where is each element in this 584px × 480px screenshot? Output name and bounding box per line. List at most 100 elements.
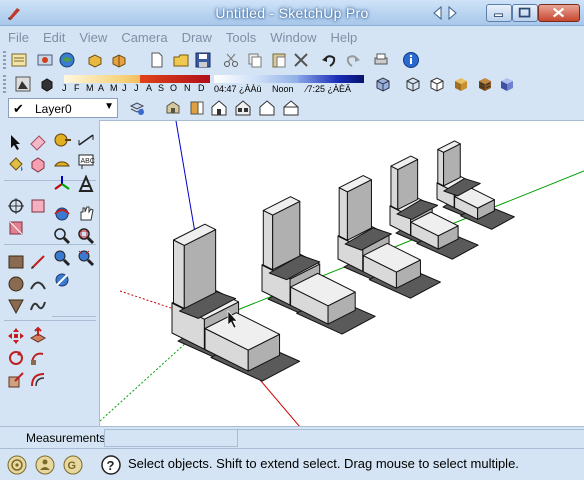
model-viewport[interactable] (100, 120, 584, 426)
layers-toolbar: ✔ Layer0 ▼ (0, 96, 584, 120)
redo-icon[interactable] (344, 51, 362, 69)
get-models-icon[interactable] (10, 51, 28, 69)
left-view-icon[interactable] (282, 99, 300, 117)
freehand-icon[interactable] (28, 296, 48, 316)
zoom-icon[interactable] (6, 218, 26, 238)
menu-camera[interactable]: Camera (121, 30, 167, 45)
zoom-window-icon[interactable] (76, 226, 96, 246)
xray-icon[interactable] (374, 75, 392, 93)
new-icon[interactable] (148, 51, 166, 69)
open-icon[interactable] (172, 51, 190, 69)
toolbar-grip[interactable] (3, 51, 6, 69)
window-nav-arrows-icon[interactable] (432, 6, 458, 20)
share-component-icon[interactable] (110, 51, 128, 69)
paint-bucket-icon[interactable] (6, 154, 26, 174)
chair-5-backrest-front-face (437, 148, 445, 187)
axes-icon[interactable] (52, 174, 72, 194)
geo-location-icon[interactable] (6, 454, 28, 476)
move-icon[interactable] (6, 326, 26, 346)
layer-manager-icon[interactable] (128, 99, 146, 117)
top-view-icon[interactable] (188, 99, 206, 117)
component-icon[interactable] (86, 51, 104, 69)
offset-icon[interactable] (28, 370, 48, 390)
menu-draw[interactable]: Draw (182, 30, 212, 45)
pan-hand-icon[interactable] (76, 204, 96, 224)
polygon-icon[interactable] (6, 296, 26, 316)
text-icon[interactable]: ABC (76, 152, 96, 172)
time-noon-label: Noon (272, 84, 294, 94)
monochrome-icon[interactable] (498, 75, 516, 93)
tool-palette: ABC (0, 120, 100, 426)
share-model-icon[interactable] (36, 51, 54, 69)
print-icon[interactable] (372, 51, 390, 69)
measurements-input[interactable] (104, 429, 238, 447)
shaded-icon[interactable] (452, 75, 470, 93)
svg-text:G: G (68, 460, 77, 472)
hidden-line-icon[interactable] (428, 75, 446, 93)
follow-me-icon[interactable] (28, 348, 48, 368)
close-button[interactable] (538, 4, 580, 22)
zoom-tool-icon[interactable] (52, 226, 72, 246)
line-icon[interactable] (28, 252, 48, 272)
select-icon[interactable] (6, 132, 26, 152)
menu-help[interactable]: Help (331, 30, 358, 45)
pan-icon[interactable] (28, 196, 48, 216)
save-icon[interactable] (194, 51, 212, 69)
shaded-textures-icon[interactable] (476, 75, 494, 93)
wireframe-icon[interactable] (404, 75, 422, 93)
shadows-toolbar: J F M A M J J A S O N D 04:47 ¿ÀÀü Noon … (0, 72, 584, 96)
display-shadows-icon[interactable] (38, 75, 56, 93)
help-icon[interactable]: ? (100, 454, 122, 476)
maximize-button[interactable] (512, 4, 538, 22)
make-component-icon[interactable] (28, 154, 48, 174)
right-view-icon[interactable] (234, 99, 252, 117)
month-label: J (62, 83, 67, 93)
previous-view-icon[interactable] (52, 248, 72, 268)
minimize-button[interactable] (486, 4, 512, 22)
arc-icon[interactable] (28, 274, 48, 294)
position-camera-icon[interactable] (52, 270, 72, 290)
iso-view-icon[interactable] (164, 99, 182, 117)
dimension-icon[interactable] (76, 130, 96, 150)
menu-view[interactable]: View (79, 30, 107, 45)
push-pull-icon[interactable] (28, 326, 48, 346)
palette-separator (4, 320, 96, 321)
scale-icon[interactable] (6, 370, 26, 390)
paste-icon[interactable] (270, 51, 288, 69)
orbit-icon[interactable] (6, 196, 26, 216)
protractor-icon[interactable] (52, 152, 72, 172)
menu-file[interactable]: File (8, 30, 29, 45)
model-canvas[interactable] (100, 121, 584, 426)
3d-text-icon[interactable] (76, 174, 96, 194)
zoom-extents-icon[interactable] (76, 248, 96, 268)
toolbar-grip[interactable] (3, 75, 6, 93)
back-view-icon[interactable] (258, 99, 276, 117)
measurements-bar: Measurements (0, 426, 584, 448)
tape-measure-icon[interactable] (52, 130, 72, 150)
copy-icon[interactable] (246, 51, 264, 69)
menu-tools[interactable]: Tools (226, 30, 256, 45)
rectangle-icon[interactable] (6, 252, 26, 272)
credits-icon[interactable] (34, 454, 56, 476)
layer-dropdown[interactable]: ✔ Layer0 ▼ (8, 98, 118, 118)
geo-location-icon[interactable] (58, 51, 76, 69)
model-info-icon[interactable] (402, 51, 420, 69)
chair-group[interactable] (171, 140, 515, 382)
undo-icon[interactable] (320, 51, 338, 69)
palette-separator (52, 316, 96, 317)
month-label: A (146, 83, 153, 93)
time-start-label: 04:47 ¿ÀÀü (214, 84, 262, 94)
shadow-settings-icon[interactable] (14, 75, 32, 93)
time-slider[interactable] (214, 75, 298, 83)
rotate-icon[interactable] (6, 348, 26, 368)
front-view-icon[interactable] (210, 99, 228, 117)
orbit-tool-icon[interactable] (52, 204, 72, 224)
menu-window[interactable]: Window (270, 30, 316, 45)
sign-in-icon[interactable]: G (62, 454, 84, 476)
eraser-icon[interactable] (28, 132, 48, 152)
circle-icon[interactable] (6, 274, 26, 294)
erase-icon[interactable] (292, 51, 310, 69)
menu-edit[interactable]: Edit (43, 30, 65, 45)
cut-icon[interactable] (222, 51, 240, 69)
checkmark-icon: ✔ (13, 101, 24, 116)
